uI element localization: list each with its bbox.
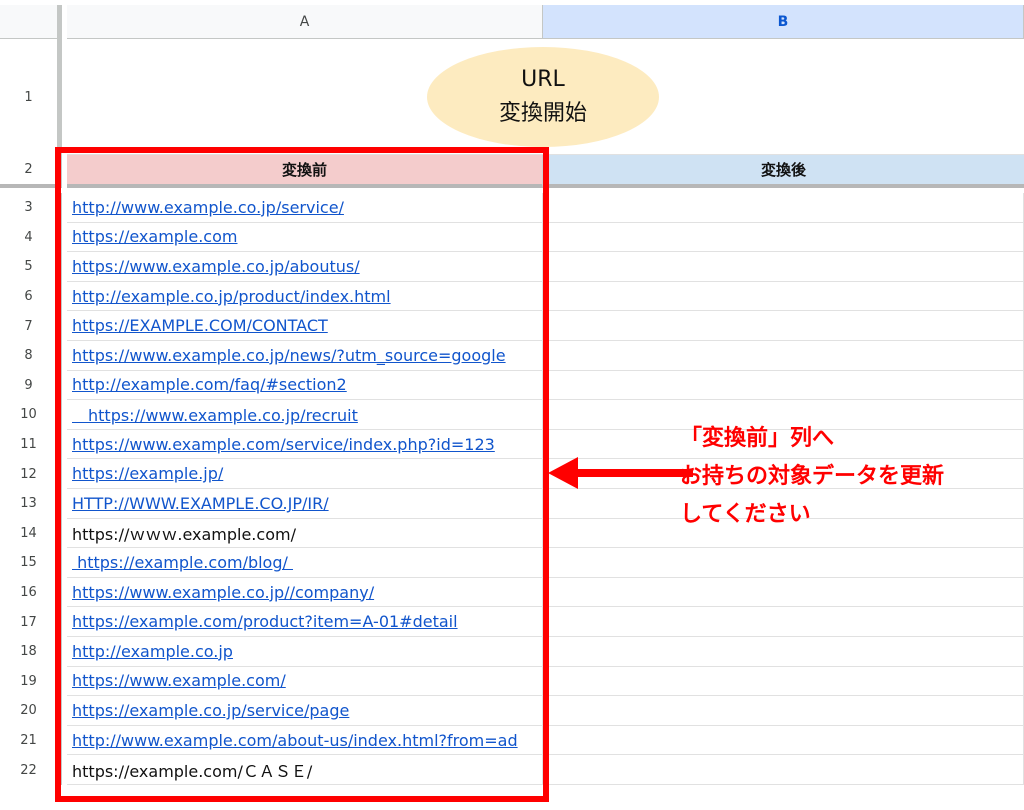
row-number[interactable]: 15	[0, 548, 62, 578]
url-link[interactable]: https://www.example.com/service/index.ph…	[72, 435, 495, 454]
cell-after[interactable]	[543, 696, 1024, 726]
cell-before[interactable]: http://www.example.com/about-us/index.ht…	[67, 725, 543, 756]
row-number[interactable]: 10	[0, 400, 62, 430]
cell-after[interactable]	[543, 666, 1024, 697]
url-convert-start-button[interactable]: URL 変換開始	[427, 47, 659, 147]
row-number[interactable]: 13	[0, 489, 62, 519]
url-link[interactable]: https://www.example.co.jp/aboutus/	[72, 257, 360, 276]
cell-before[interactable]: https://example.com/product?item=A-01#de…	[67, 607, 543, 637]
row-number[interactable]: 12	[0, 459, 62, 489]
cell-before[interactable]: https://example.com/blog/	[67, 548, 543, 578]
cell-before[interactable]: https://www.example.com/	[67, 666, 543, 697]
url-link[interactable]: HTTP://WWW.EXAMPLE.CO.JP/IR/	[72, 494, 329, 513]
row-number[interactable]: 1	[0, 39, 62, 155]
column-header-b[interactable]: B	[543, 5, 1024, 39]
spreadsheet: A B URL 変換開始 変換前 変換後 1 2 3 4 5 6 7 8 9 10 11 12 13 14…	[0, 0, 1024, 810]
cell-after[interactable]	[543, 548, 1024, 578]
cell-after[interactable]	[543, 607, 1024, 637]
cell-after[interactable]	[543, 637, 1024, 667]
url-link[interactable]: https://www.example.co.jp//company/	[72, 583, 374, 602]
cell-after[interactable]	[543, 311, 1024, 341]
row-number[interactable]: 20	[0, 696, 62, 726]
row-number[interactable]: 3	[0, 193, 62, 223]
cell-after[interactable]	[543, 281, 1024, 312]
url-link[interactable]: http://www.example.co.jp/service/	[72, 198, 344, 217]
cell-after[interactable]	[543, 370, 1024, 401]
row-number[interactable]: 2	[0, 155, 62, 188]
cell-before[interactable]: HTTP://WWW.EXAMPLE.CO.JP/IR/	[67, 489, 543, 519]
row-number[interactable]: 21	[0, 725, 62, 756]
url-text: https://ｗｗｗ.example.com/	[72, 524, 296, 544]
row-number[interactable]: 9	[0, 370, 62, 401]
cell-before[interactable]: http://example.co.jp	[67, 637, 543, 667]
row-number[interactable]: 5	[0, 252, 62, 282]
row-number[interactable]: 11	[0, 429, 62, 460]
cell-before[interactable]: https://www.example.co.jp/recruit	[67, 400, 543, 430]
row-number[interactable]: 16	[0, 577, 62, 608]
cell-before[interactable]: https://www.example.co.jp/news/?utm_sour…	[67, 341, 543, 371]
cell-before[interactable]: https://example.com	[67, 222, 543, 253]
url-link[interactable]: https://example.com/blog/	[72, 553, 293, 572]
cell-before[interactable]: https://EXAMPLE.COM/CONTACT	[67, 311, 543, 341]
row-number[interactable]: 22	[0, 755, 62, 785]
url-link[interactable]: https://EXAMPLE.COM/CONTACT	[72, 316, 328, 335]
cell-before[interactable]: https://www.example.co.jp/aboutus/	[67, 252, 543, 282]
cell-before[interactable]: https://www.example.co.jp//company/	[67, 577, 543, 608]
cell-after[interactable]	[543, 222, 1024, 253]
row-number[interactable]: 4	[0, 222, 62, 253]
url-link[interactable]: https://www.example.com/	[72, 671, 286, 690]
row-number[interactable]: 17	[0, 607, 62, 637]
cell-before[interactable]: http://example.co.jp/product/index.html	[67, 281, 543, 312]
cell-before[interactable]: https://www.example.com/service/index.ph…	[67, 429, 543, 460]
row-number[interactable]: 6	[0, 281, 62, 312]
convert-button-line2: 変換開始	[498, 101, 587, 126]
url-link[interactable]: http://example.co.jp	[72, 642, 233, 661]
url-text: https://example.com/ＣＡＳＥ/	[72, 761, 313, 781]
row-number[interactable]: 19	[0, 666, 62, 697]
cell-after[interactable]	[543, 193, 1024, 223]
row-number[interactable]: 8	[0, 341, 62, 371]
url-link[interactable]: http://example.co.jp/product/index.html	[72, 287, 391, 306]
cell-after[interactable]	[543, 577, 1024, 608]
url-link[interactable]: https://www.example.co.jp/recruit	[72, 402, 358, 426]
row-number[interactable]: 14	[0, 518, 62, 549]
url-link[interactable]: https://www.example.co.jp/news/?utm_sour…	[72, 346, 506, 365]
column-header-a[interactable]: A	[67, 5, 543, 39]
row-number[interactable]: 18	[0, 637, 62, 667]
cell-after[interactable]	[543, 725, 1024, 756]
instruction-annotation: 「変換前」列へ お持ちの対象データを更新 してください	[680, 420, 944, 534]
url-link[interactable]: https://example.com/product?item=A-01#de…	[72, 612, 458, 631]
convert-button-line1: URL	[521, 67, 565, 92]
annotation-line1: 「変換前」列へ	[680, 426, 835, 451]
url-link[interactable]: http://www.example.com/about-us/index.ht…	[72, 731, 518, 750]
annotation-line3: してください	[680, 502, 811, 527]
url-link[interactable]: https://example.co.jp/service/page	[72, 701, 349, 720]
cell-before[interactable]: https://example.jp/	[67, 459, 543, 489]
select-all-corner[interactable]	[0, 5, 62, 39]
url-link[interactable]: http://example.com/faq/#section2	[72, 375, 347, 394]
header-cell-before[interactable]: 変換前	[67, 155, 543, 188]
cell-before[interactable]: https://example.co.jp/service/page	[67, 696, 543, 726]
url-link[interactable]: https://example.jp/	[72, 464, 223, 483]
column-header-row: A B	[0, 5, 1024, 39]
cell-before[interactable]: https://example.com/ＣＡＳＥ/	[67, 755, 543, 785]
header-cell-after[interactable]: 変換後	[543, 155, 1024, 188]
left-arrow-icon	[548, 457, 693, 489]
url-link[interactable]: https://example.com	[72, 227, 237, 246]
cell-before[interactable]: http://www.example.co.jp/service/	[67, 193, 543, 223]
cell-before[interactable]: http://example.com/faq/#section2	[67, 370, 543, 401]
annotation-line2: お持ちの対象データを更新	[680, 464, 945, 489]
cell-after[interactable]	[543, 252, 1024, 282]
row-number[interactable]: 7	[0, 311, 62, 341]
cell-before[interactable]: https://ｗｗｗ.example.com/	[67, 518, 543, 549]
cell-after[interactable]	[543, 341, 1024, 371]
cell-after[interactable]	[543, 755, 1024, 785]
